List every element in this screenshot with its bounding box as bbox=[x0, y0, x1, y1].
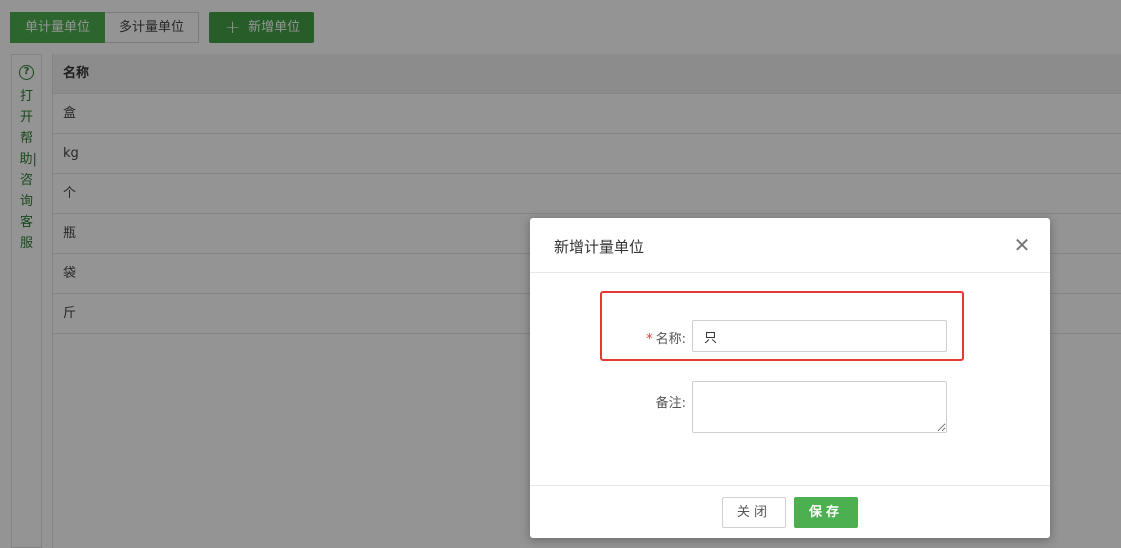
add-unit-dialog: 新增计量单位 ✕ *名称: 备注: 关闭 保存 bbox=[530, 218, 1050, 538]
dialog-header: 新增计量单位 ✕ bbox=[530, 218, 1050, 273]
name-label-text: 名称: bbox=[655, 332, 686, 347]
required-mark: * bbox=[646, 332, 653, 347]
save-button[interactable]: 保存 bbox=[794, 497, 858, 528]
name-label: * 名称: bbox=[606, 328, 686, 347]
dialog-title: 新增计量单位 bbox=[554, 238, 645, 256]
note-textarea[interactable] bbox=[692, 381, 947, 433]
close-icon[interactable]: ✕ bbox=[1012, 235, 1032, 255]
name-input[interactable] bbox=[692, 320, 947, 352]
dialog-footer: 关闭 保存 bbox=[530, 485, 1050, 538]
note-label: 备注: bbox=[655, 396, 686, 411]
close-button[interactable]: 关闭 bbox=[722, 497, 786, 528]
